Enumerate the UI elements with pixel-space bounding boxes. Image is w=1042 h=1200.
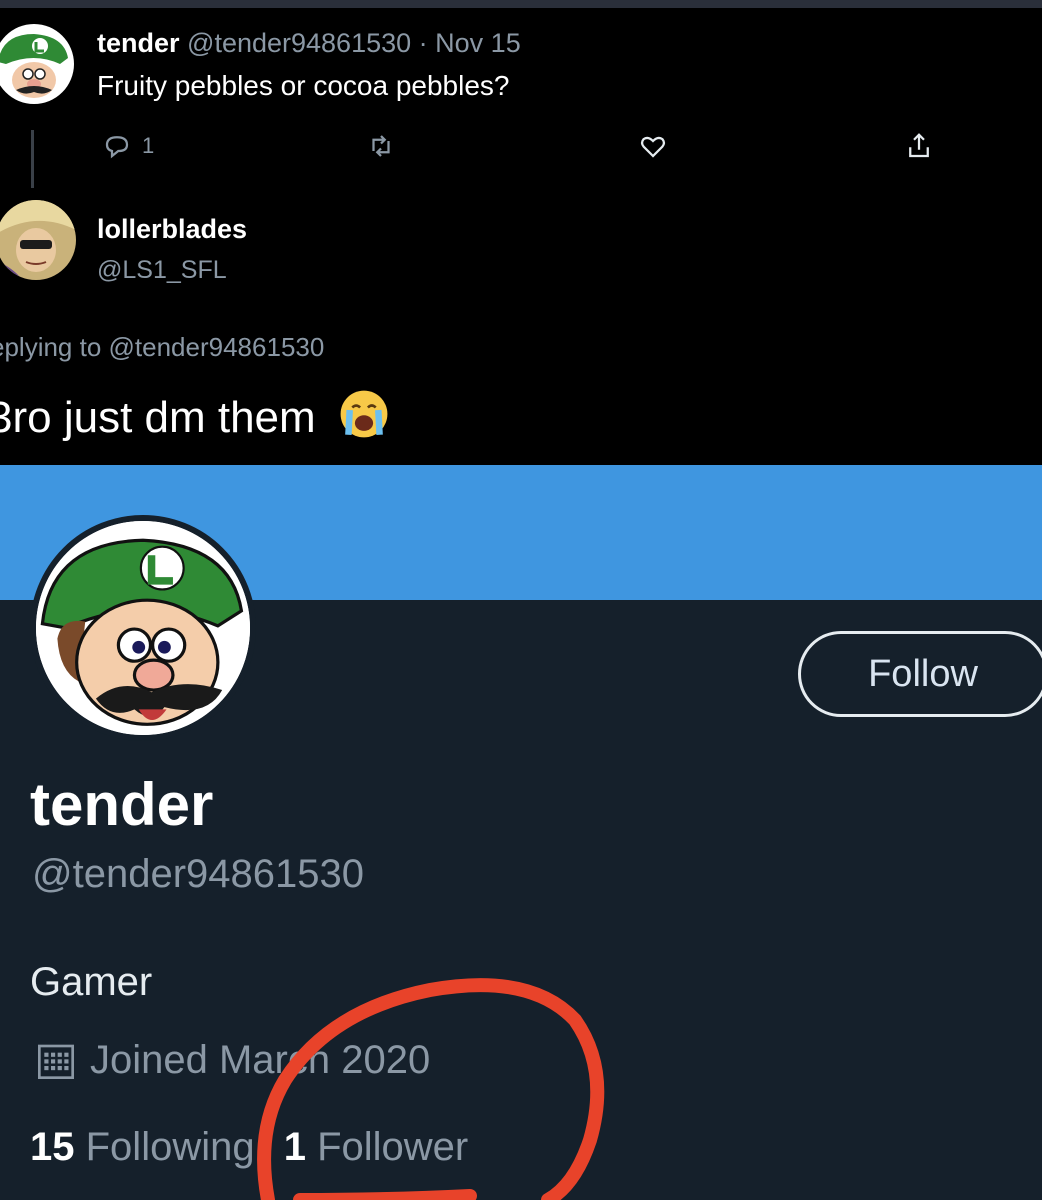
share-button[interactable] <box>904 128 934 164</box>
reply-button[interactable]: 1 <box>102 128 154 164</box>
reply-text-content: 3ro just dm them <box>0 393 316 442</box>
following-count: 15 <box>30 1125 75 1169</box>
following-label: Following <box>85 1125 255 1169</box>
reply-author-handle[interactable]: @LS1_SFL <box>97 256 227 285</box>
share-icon <box>909 133 929 158</box>
profile-handle: @tender94861530 <box>32 852 364 896</box>
profile-display-name: tender <box>30 771 214 838</box>
reply-count: 1 <box>142 133 155 158</box>
reply-text: 3ro just dm them <box>0 388 390 443</box>
follower-stat[interactable]: 1 Follower <box>284 1125 469 1170</box>
reply-author-avatar[interactable] <box>0 200 76 280</box>
joined-text: Joined March 2020 <box>90 1038 431 1082</box>
loudly-crying-face-emoji <box>340 390 388 438</box>
reply-author-name[interactable]: lollerblades <box>97 214 247 245</box>
retweet-icon <box>372 135 390 157</box>
thread-line <box>31 130 34 188</box>
like-icon <box>640 136 666 158</box>
tweet-text: Fruity pebbles or cocoa pebbles? <box>97 70 510 101</box>
tweet-author-handle[interactable]: @tender94861530 <box>187 28 411 58</box>
joined-date: Joined March 2020 <box>36 1038 430 1083</box>
retweet-button[interactable] <box>366 128 396 164</box>
profile-card: Follow tender @tender94861530 Gamer Join… <box>0 465 1042 1200</box>
following-stat[interactable]: 15 Following <box>30 1125 255 1170</box>
profile-bio: Gamer <box>30 960 153 1004</box>
follow-button[interactable]: Follow <box>798 631 1042 717</box>
follow-stats: 15 Following 1 Follower <box>30 1125 468 1170</box>
profile-avatar[interactable] <box>30 515 256 741</box>
replying-to: eplying to @tender94861530 <box>0 332 325 362</box>
follower-count: 1 <box>283 1125 306 1169</box>
tweet-author-avatar[interactable] <box>0 24 74 104</box>
tweet-date[interactable]: · Nov 15 <box>419 28 521 58</box>
like-button[interactable] <box>638 128 668 164</box>
tweet-header: tender @tender94861530 · Nov 15 <box>97 28 521 59</box>
reply-icon <box>105 136 129 159</box>
top-edge <box>0 0 1042 8</box>
calendar-icon <box>38 1044 74 1079</box>
tweet-thread: tender @tender94861530 · Nov 15 Fruity p… <box>0 0 1042 465</box>
tweet-author-name[interactable]: tender <box>97 28 180 58</box>
follower-label: Follower <box>317 1125 469 1169</box>
